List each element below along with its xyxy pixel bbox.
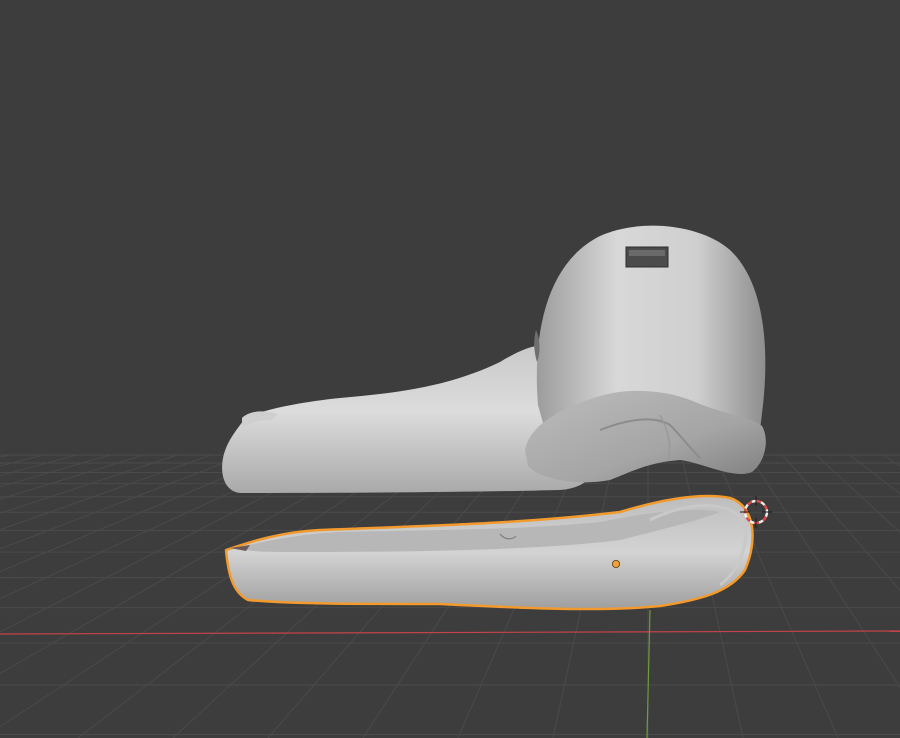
x-axis-line [0,630,900,635]
grid-line [0,454,279,573]
grid-line [0,454,212,531]
grid-line [0,454,144,500]
grid-line [883,454,900,467]
lower-jaw-object[interactable] [224,494,754,611]
grid-line [0,454,77,477]
viewport-canvas[interactable] [0,0,900,738]
object-origin-icon[interactable] [612,560,621,569]
grid-line [0,454,111,488]
grid-line [0,454,245,550]
grid-line [815,454,900,534]
grid-line [748,454,900,689]
grid-line [849,454,900,495]
grid-line [0,454,178,514]
3d-viewport[interactable] [0,0,900,738]
head-top-slot-inner [629,250,665,256]
upper-beak-head-object[interactable] [222,225,766,493]
